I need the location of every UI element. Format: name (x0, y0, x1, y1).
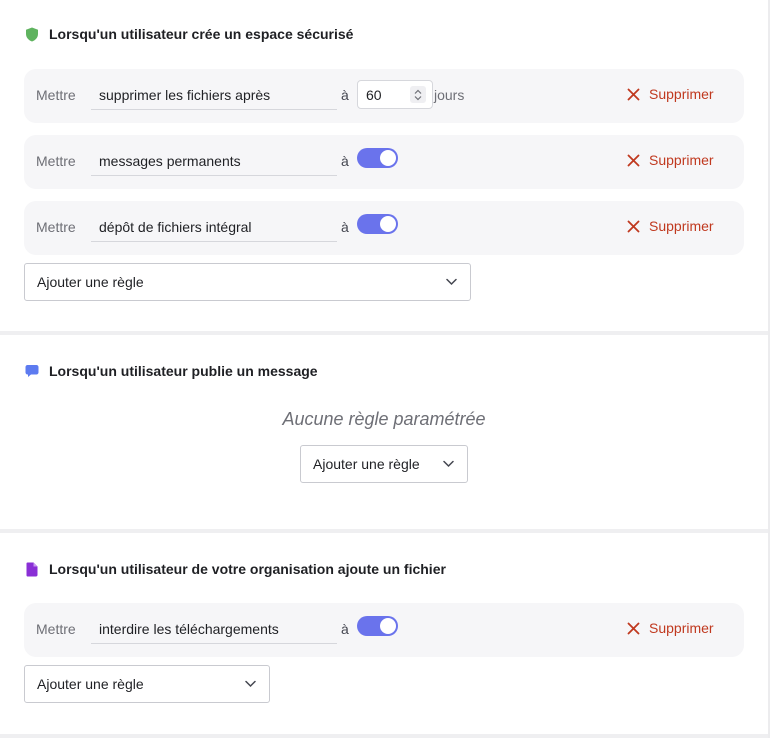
close-icon (627, 154, 640, 167)
shield-icon (24, 27, 39, 42)
rule-field-select[interactable]: supprimer les fichiers après (91, 80, 337, 110)
section-title-text: Lorsqu'un utilisateur publie un message (49, 363, 318, 379)
toggle-knob (380, 150, 396, 166)
delete-label: Supprimer (649, 86, 714, 102)
close-icon (627, 220, 640, 233)
number-spinner[interactable] (410, 86, 426, 103)
section-title-file-added: Lorsqu'un utilisateur de votre organisat… (24, 559, 446, 579)
rule-row: Mettre dépôt de fichiers intégral à Supp… (24, 201, 744, 255)
rule-toggle[interactable] (357, 616, 398, 636)
to-label: à (341, 621, 349, 637)
rule-row: Mettre supprimer les fichiers après à 60… (24, 69, 744, 123)
put-label: Mettre (36, 153, 76, 169)
add-rule-label: Ajouter une règle (37, 274, 144, 290)
section-title-space-created: Lorsqu'un utilisateur crée un espace séc… (24, 24, 353, 44)
delete-rule-button[interactable]: Supprimer (627, 618, 714, 638)
section-divider (0, 331, 768, 335)
section-title-text: Lorsqu'un utilisateur crée un espace séc… (49, 26, 354, 42)
rule-field-select[interactable]: interdire les téléchargements (91, 614, 337, 644)
put-label: Mettre (36, 621, 76, 637)
close-icon (627, 622, 640, 635)
rule-field-select[interactable]: messages permanents (91, 146, 337, 176)
toggle-knob (380, 216, 396, 232)
file-icon (24, 562, 39, 577)
delete-label: Supprimer (649, 620, 714, 636)
put-label: Mettre (36, 219, 76, 235)
spinner-arrows-icon (414, 89, 422, 100)
section-divider (0, 734, 768, 738)
chevron-down-icon (446, 278, 457, 286)
delete-rule-button[interactable]: Supprimer (627, 150, 714, 170)
rule-toggle[interactable] (357, 148, 398, 168)
to-label: à (341, 87, 349, 103)
unit-label: jours (434, 87, 465, 103)
section-title-text: Lorsqu'un utilisateur de votre organisat… (49, 561, 446, 577)
add-rule-select[interactable]: Ajouter une règle (24, 665, 270, 703)
chat-bubble-icon (24, 364, 39, 379)
rule-field-select[interactable]: dépôt de fichiers intégral (91, 212, 337, 242)
add-rule-label: Ajouter une règle (313, 456, 420, 472)
delete-label: Supprimer (649, 152, 714, 168)
delete-rule-button[interactable]: Supprimer (627, 216, 714, 236)
add-rule-select[interactable]: Ajouter une règle (300, 445, 468, 483)
section-divider (0, 529, 768, 533)
close-icon (627, 88, 640, 101)
to-label: à (341, 219, 349, 235)
days-number-input[interactable]: 60 (357, 80, 433, 109)
toggle-knob (380, 618, 396, 634)
chevron-down-icon (443, 460, 454, 468)
rule-row: Mettre interdire les téléchargements à S… (24, 603, 744, 657)
rule-row: Mettre messages permanents à Supprimer (24, 135, 744, 189)
days-number-value: 60 (366, 87, 382, 103)
put-label: Mettre (36, 87, 76, 103)
rules-page: Lorsqu'un utilisateur crée un espace séc… (0, 0, 770, 738)
to-label: à (341, 153, 349, 169)
delete-label: Supprimer (649, 218, 714, 234)
no-rules-text: Aucune règle paramétrée (282, 409, 486, 429)
delete-rule-button[interactable]: Supprimer (627, 84, 714, 104)
add-rule-label: Ajouter une règle (37, 676, 144, 692)
section-title-message-posted: Lorsqu'un utilisateur publie un message (24, 361, 318, 381)
chevron-down-icon (245, 680, 256, 688)
add-rule-select[interactable]: Ajouter une règle (24, 263, 471, 301)
rule-toggle[interactable] (357, 214, 398, 234)
